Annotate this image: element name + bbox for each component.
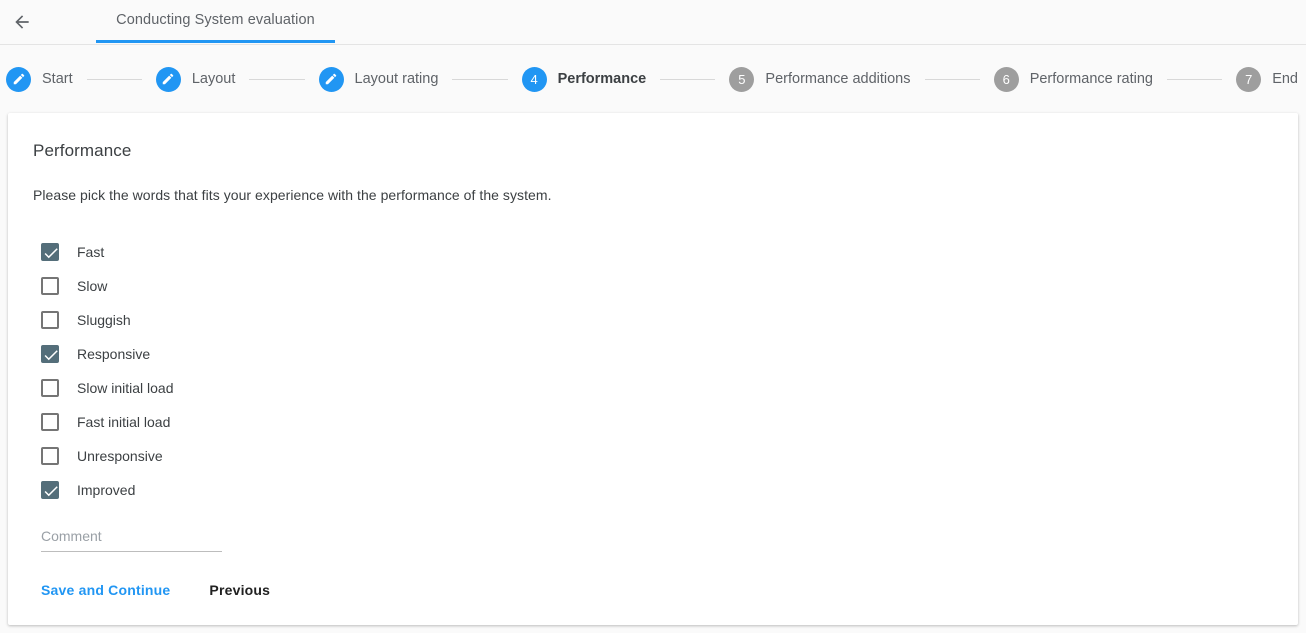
checkbox-row-fast-initial-load[interactable]: Fast initial load bbox=[33, 405, 170, 439]
stepper: Start Layout Layout rating 4 Performance… bbox=[0, 45, 1306, 113]
arrow-left-icon bbox=[12, 12, 32, 32]
checkbox-row-sluggish[interactable]: Sluggish bbox=[33, 303, 131, 337]
checkbox-label: Sluggish bbox=[77, 312, 131, 328]
content-card: Performance Please pick the words that f… bbox=[8, 113, 1298, 625]
stepper-step-performance-additions[interactable]: 5 Performance additions bbox=[729, 66, 911, 92]
checkbox-unchecked-icon[interactable] bbox=[41, 447, 59, 465]
stepper-step-end[interactable]: 7 End bbox=[1236, 66, 1298, 92]
step-marker-pencil-icon bbox=[155, 66, 181, 92]
stepper-step-label: Layout rating bbox=[354, 71, 439, 87]
stepper-step-label: Performance bbox=[557, 71, 647, 87]
checkbox-unchecked-icon[interactable] bbox=[41, 277, 59, 295]
stepper-connector bbox=[452, 78, 508, 80]
stepper-step-label: Start bbox=[42, 71, 73, 87]
previous-button[interactable]: Previous bbox=[209, 582, 270, 598]
step-marker-pencil-icon bbox=[318, 66, 344, 92]
save-and-continue-button[interactable]: Save and Continue bbox=[41, 582, 170, 598]
checkbox-label: Fast initial load bbox=[77, 414, 171, 430]
stepper-connector bbox=[1167, 78, 1223, 80]
checkbox-row-fast[interactable]: Fast bbox=[33, 235, 104, 269]
checkbox-label: Slow initial load bbox=[77, 380, 174, 396]
comment-input[interactable] bbox=[41, 528, 222, 552]
stepper-connector bbox=[86, 78, 142, 80]
stepper-step-label: End bbox=[1272, 71, 1298, 87]
stepper-step-performance[interactable]: 4 Performance bbox=[521, 66, 647, 92]
stepper-connector bbox=[660, 78, 716, 80]
checkbox-checked-icon[interactable] bbox=[41, 481, 59, 499]
form-actions: Save and Continue Previous bbox=[41, 582, 1273, 598]
stepper-step-performance-rating[interactable]: 6 Performance rating bbox=[993, 66, 1153, 92]
stepper-step-label: Performance rating bbox=[1029, 71, 1153, 87]
page-description: Please pick the words that fits your exp… bbox=[33, 187, 552, 203]
comment-field-wrapper bbox=[41, 528, 222, 552]
stepper-connector bbox=[249, 78, 305, 80]
checkbox-label: Fast bbox=[77, 244, 105, 260]
checkbox-row-unresponsive[interactable]: Unresponsive bbox=[33, 439, 163, 473]
checkbox-checked-icon[interactable] bbox=[41, 243, 59, 261]
checkbox-unchecked-icon[interactable] bbox=[41, 311, 59, 329]
checkbox-label: Unresponsive bbox=[77, 448, 163, 464]
stepper-connector bbox=[924, 78, 980, 80]
checkbox-unchecked-icon[interactable] bbox=[41, 413, 59, 431]
tab-conducting-system-evaluation[interactable]: Conducting System evaluation bbox=[96, 0, 335, 43]
stepper-step-start[interactable]: Start bbox=[6, 66, 73, 92]
step-marker-pencil-icon bbox=[6, 66, 31, 92]
checkbox-row-responsive[interactable]: Responsive bbox=[33, 337, 150, 371]
step-marker-number: 5 bbox=[729, 66, 755, 92]
checkbox-label: Improved bbox=[77, 482, 136, 498]
performance-words-checklist: Fast Slow Sluggish Responsive Slow initi… bbox=[33, 235, 1273, 507]
stepper-step-label: Performance additions bbox=[765, 71, 911, 87]
stepper-step-label: Layout bbox=[191, 71, 236, 87]
stepper-step-layout[interactable]: Layout bbox=[155, 66, 236, 92]
top-bar: Conducting System evaluation bbox=[0, 0, 1306, 45]
checkbox-row-improved[interactable]: Improved bbox=[33, 473, 135, 507]
step-marker-number: 7 bbox=[1236, 66, 1262, 92]
checkbox-label: Slow bbox=[77, 278, 108, 294]
tab-label: Conducting System evaluation bbox=[116, 12, 315, 28]
page-title: Performance bbox=[33, 141, 132, 160]
checkbox-label: Responsive bbox=[77, 346, 151, 362]
checkbox-row-slow-initial-load[interactable]: Slow initial load bbox=[33, 371, 174, 405]
checkbox-checked-icon[interactable] bbox=[41, 345, 59, 363]
step-marker-number: 4 bbox=[521, 66, 547, 92]
back-button[interactable] bbox=[8, 8, 36, 36]
checkbox-row-slow[interactable]: Slow bbox=[33, 269, 107, 303]
checkbox-unchecked-icon[interactable] bbox=[41, 379, 59, 397]
step-marker-number: 6 bbox=[993, 66, 1019, 92]
stepper-step-layout-rating[interactable]: Layout rating bbox=[318, 66, 439, 92]
